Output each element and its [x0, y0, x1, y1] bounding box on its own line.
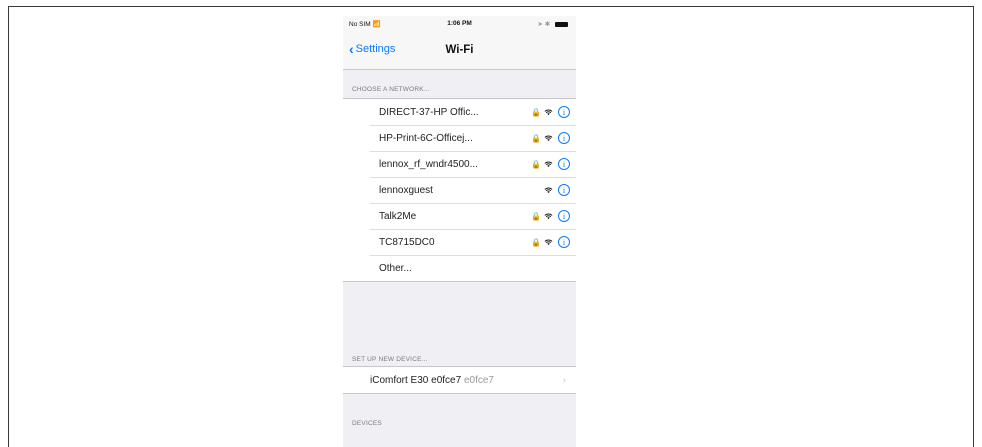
other-network-row[interactable]: Other... [343, 255, 576, 281]
wifi-icon [544, 239, 553, 246]
network-list: DIRECT-37-HP Offic... 🔒 i HP-Print-6C-Offic… [343, 98, 576, 282]
page-title: Wi-Fi [445, 44, 474, 56]
lock-icon: 🔒 [531, 107, 541, 117]
network-icons: 🔒 i [531, 236, 570, 248]
info-icon[interactable]: i [558, 106, 570, 118]
info-icon[interactable]: i [558, 236, 570, 248]
network-name: lennoxguest [379, 184, 433, 196]
network-row[interactable]: lennoxguest i [343, 177, 576, 203]
network-icons: 🔒 i [531, 106, 570, 118]
navigation-bar: ‹ Settings Wi-Fi [343, 33, 576, 70]
wifi-icon [544, 213, 553, 220]
network-row[interactable]: TC8715DC0 🔒 i [343, 229, 576, 255]
network-row[interactable]: HP-Print-6C-Officej... 🔒 i [343, 125, 576, 151]
network-name: DIRECT-37-HP Offic... [379, 106, 479, 118]
info-icon[interactable]: i [558, 158, 570, 170]
network-name: HP-Print-6C-Officej... [379, 132, 473, 144]
info-icon[interactable]: i [558, 132, 570, 144]
network-icons: i [544, 184, 570, 196]
chevron-right-icon: › [562, 374, 566, 386]
wifi-icon [544, 109, 553, 116]
network-row[interactable]: Talk2Me 🔒 i [343, 203, 576, 229]
setup-device-list: iComfort E30 e0fce7 e0fce7 › [343, 366, 576, 394]
network-icons: 🔒 i [531, 158, 570, 170]
info-icon[interactable]: i [558, 210, 570, 222]
lock-icon: 🔒 [531, 133, 541, 143]
network-name: lennox_rf_wndr4500... [379, 158, 478, 170]
section-header-devices: DEVICES [352, 420, 382, 427]
status-icons: ➤ ✱ [537, 20, 568, 28]
section-header-setup-device: SET UP NEW DEVICE... [352, 356, 428, 363]
lock-icon: 🔒 [531, 159, 541, 169]
lock-icon: 🔒 [531, 237, 541, 247]
network-icons: 🔒 i [531, 132, 570, 144]
device-row[interactable]: iComfort E30 e0fce7 e0fce7 › [343, 367, 576, 393]
device-label: iComfort E30 e0fce7 e0fce7 [370, 375, 494, 386]
network-name: TC8715DC0 [379, 236, 435, 248]
location-icon: ➤ [537, 21, 543, 28]
info-icon[interactable]: i [558, 184, 570, 196]
wifi-icon [544, 187, 553, 194]
network-row[interactable]: lennox_rf_wndr4500... 🔒 i [343, 151, 576, 177]
network-name: Talk2Me [379, 210, 417, 222]
battery-icon [555, 21, 568, 27]
device-name: iComfort E30 e0fce7 [370, 374, 462, 386]
other-label: Other... [379, 262, 412, 274]
status-bar: No SIM 📶 1:06 PM ➤ ✱ [343, 16, 576, 33]
network-row[interactable]: DIRECT-37-HP Offic... 🔒 i [343, 99, 576, 125]
lock-icon: 🔒 [531, 211, 541, 221]
phone-screen: No SIM 📶 1:06 PM ➤ ✱ ‹ Settings Wi-Fi CH… [343, 16, 576, 447]
network-icons: 🔒 i [531, 210, 570, 222]
device-id: e0fce7 [463, 374, 494, 386]
section-header-choose-network: CHOOSE A NETWORK... [352, 86, 430, 93]
wifi-icon [544, 161, 553, 168]
wifi-icon [544, 135, 553, 142]
bluetooth-icon: ✱ [544, 21, 551, 28]
